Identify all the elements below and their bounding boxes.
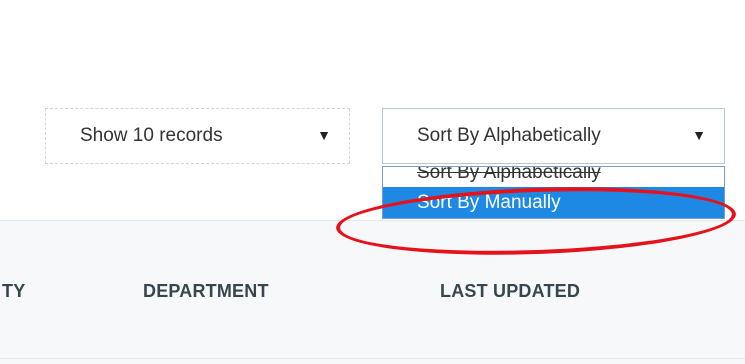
sort-option-alphabetically[interactable]: Sort By Alphabetically: [383, 167, 724, 187]
column-header-partial[interactable]: TY: [2, 281, 25, 302]
divider: [0, 358, 745, 359]
sort-option-manually[interactable]: Sort By Manually: [383, 187, 724, 218]
column-header-last-updated[interactable]: LAST UPDATED: [440, 281, 580, 302]
records-select-value: Show 10 records: [80, 125, 223, 146]
table-header: TY DEPARTMENT LAST UPDATED: [0, 220, 745, 364]
sort-select[interactable]: Sort By Alphabetically ▼: [382, 108, 725, 164]
sort-dropdown-list: Sort By Alphabetically Sort By Manually: [382, 166, 725, 219]
chevron-down-icon: ▼: [317, 127, 331, 143]
records-per-page-select[interactable]: Show 10 records ▼: [45, 108, 350, 164]
chevron-down-icon: ▼: [692, 127, 706, 143]
column-header-department[interactable]: DEPARTMENT: [143, 281, 269, 302]
sort-select-value: Sort By Alphabetically: [417, 125, 601, 146]
